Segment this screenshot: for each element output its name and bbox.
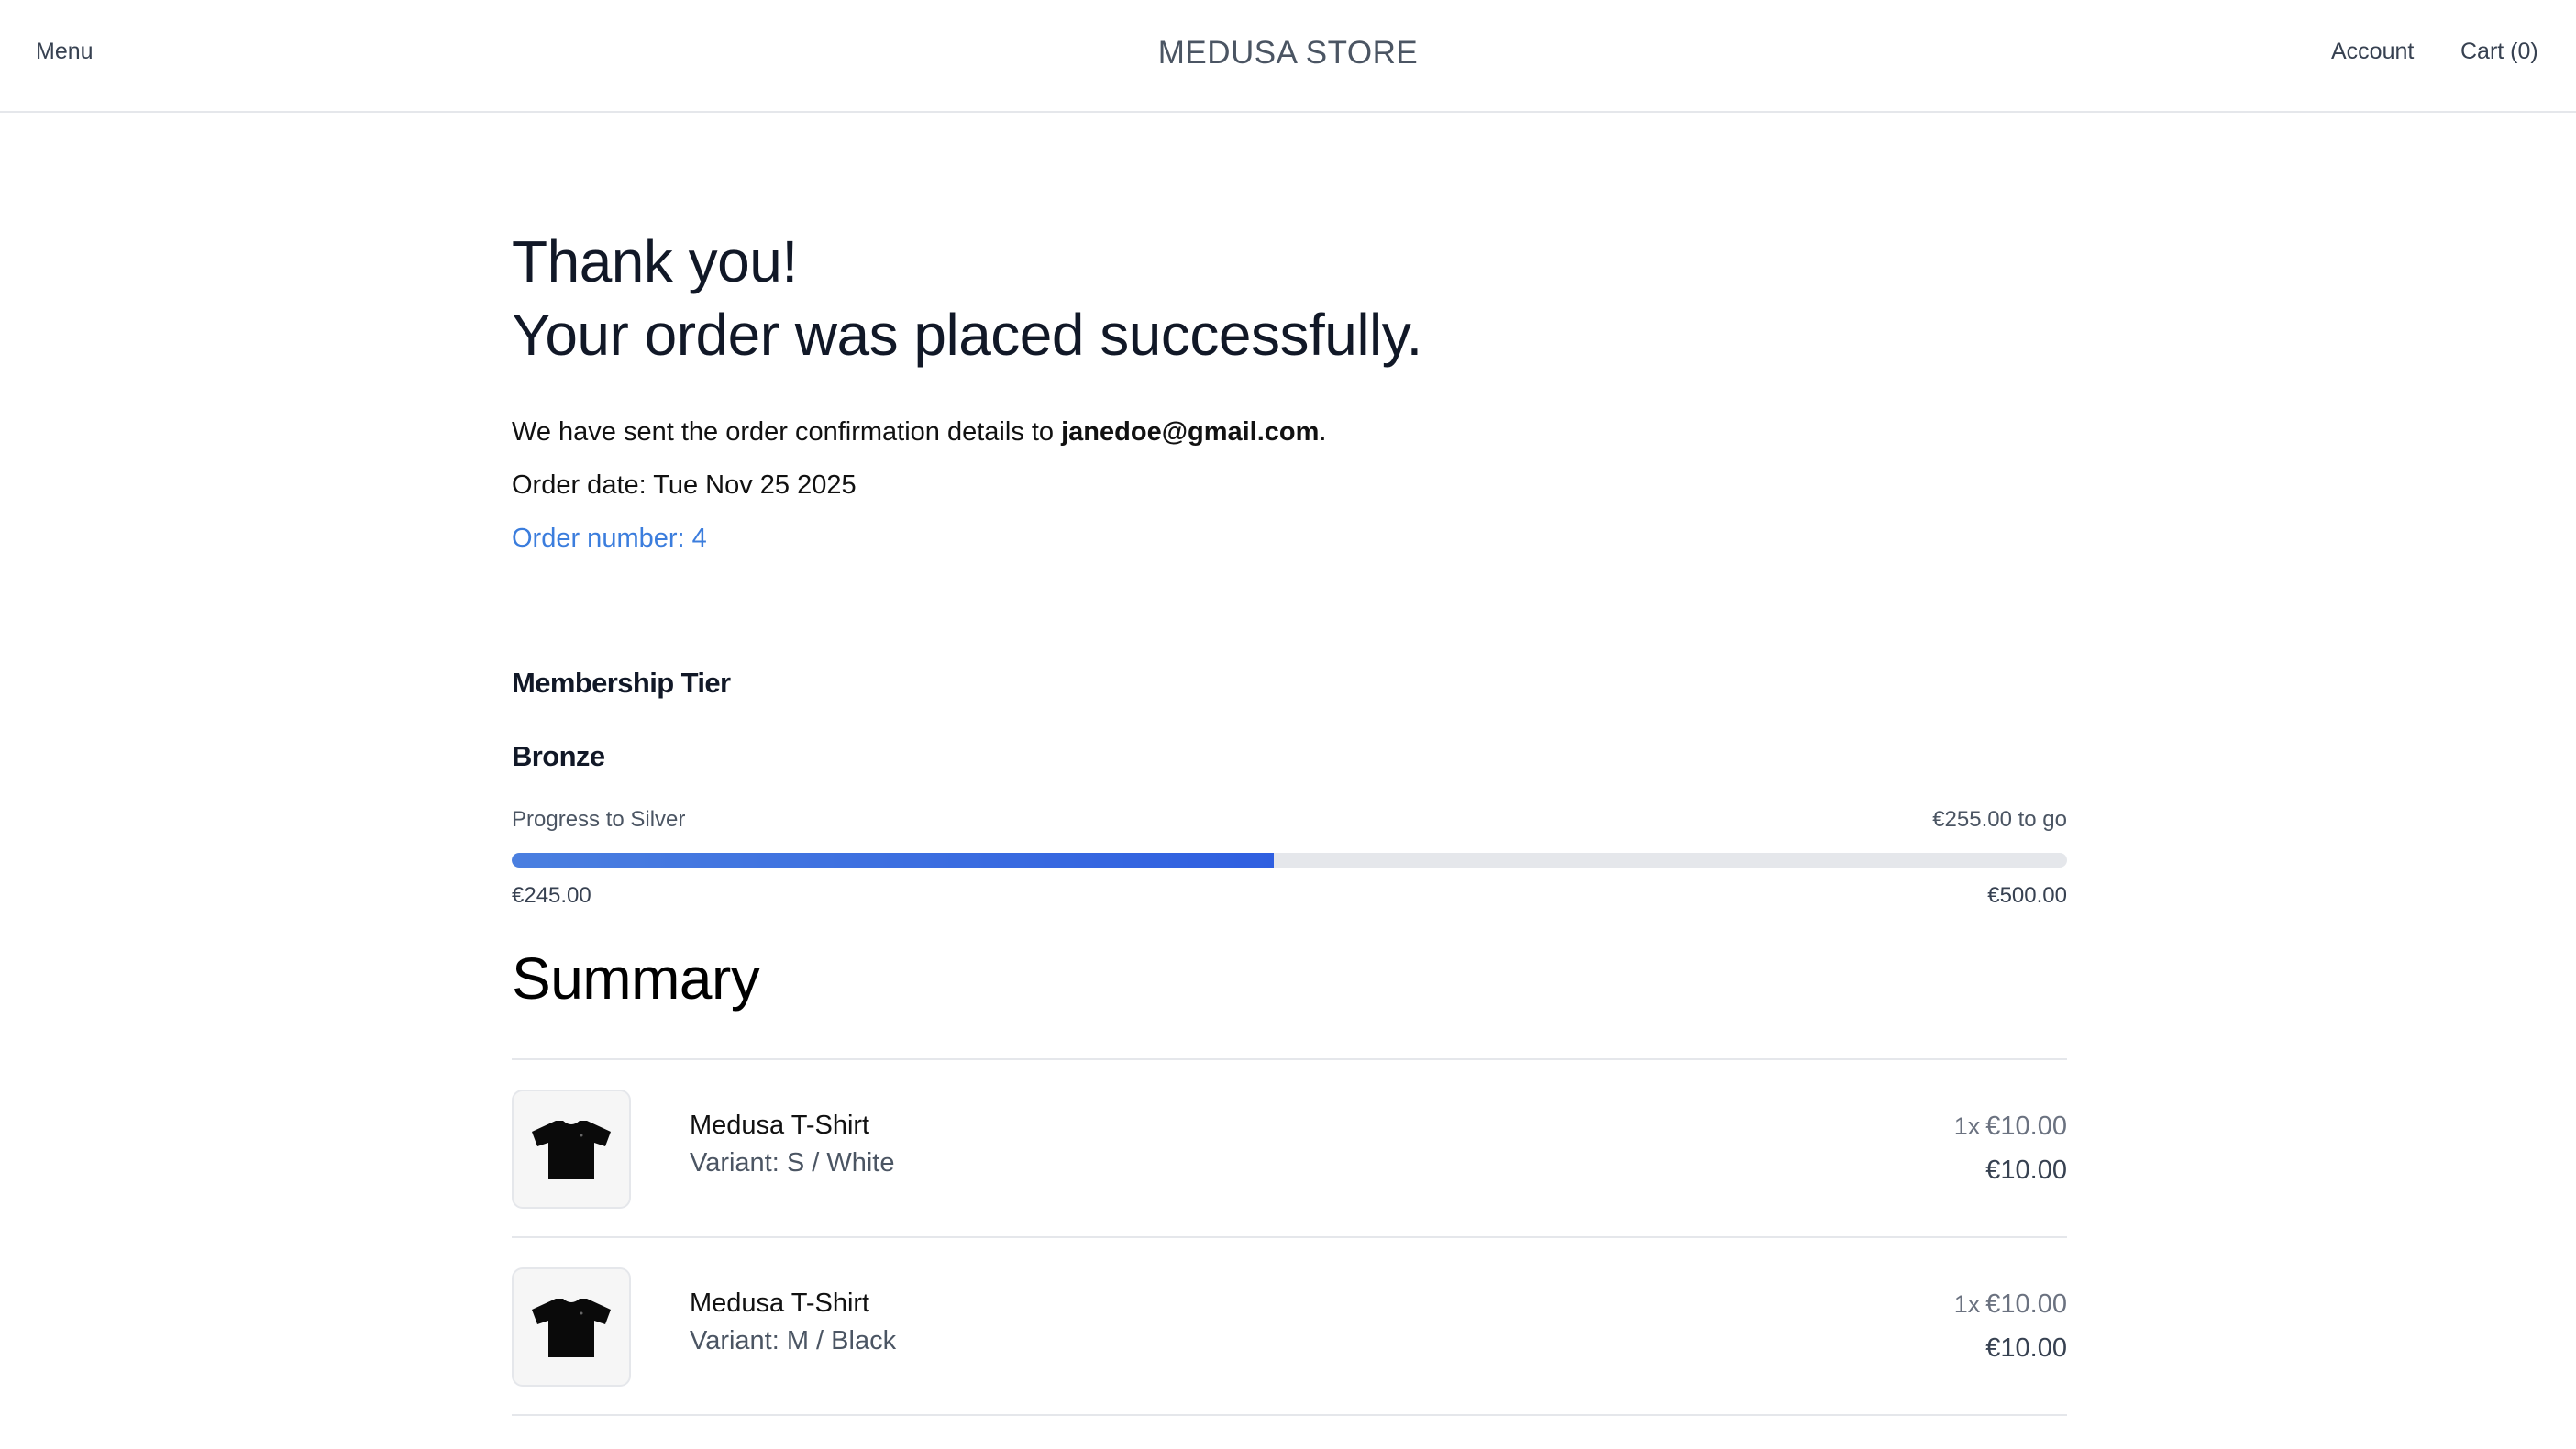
- tshirt-icon: [532, 1299, 611, 1357]
- store-logo[interactable]: MEDUSA STORE: [0, 35, 2576, 72]
- progress-label: Progress to Silver: [512, 807, 686, 832]
- item-variant: Variant: M / Black: [690, 1326, 897, 1355]
- item-quantity: 1x: [1953, 1290, 1981, 1318]
- confirmation-sent-text: We have sent the order confirmation deta…: [512, 417, 1326, 448]
- progress-current-amount: €245.00: [512, 883, 591, 908]
- order-number: Order number: 4: [512, 524, 707, 553]
- item-unit-price: 1x €10.00: [1954, 1289, 2067, 1320]
- item-quantity: 1x: [1953, 1112, 1981, 1140]
- order-confirmation: Thank you! Your order was placed success…: [512, 225, 2067, 1416]
- item-unit-price-value: €10.00: [1985, 1289, 2067, 1319]
- item-unit-price: 1x €10.00: [1954, 1112, 2067, 1142]
- progress-remaining: €255.00 to go: [1932, 807, 2067, 832]
- confirmation-sent-prefix: We have sent the order confirmation deta…: [512, 417, 1062, 447]
- page-title: Thank you! Your order was placed success…: [512, 225, 2067, 371]
- order-placed-heading: Your order was placed successfully.: [512, 302, 1422, 368]
- item-unit-price-value: €10.00: [1985, 1112, 2067, 1141]
- item-variant: Variant: S / White: [690, 1148, 895, 1178]
- item-total: €10.00: [1985, 1156, 2067, 1185]
- membership-tier-title: Membership Tier: [512, 667, 731, 699]
- item-title: Medusa T-Shirt: [690, 1111, 870, 1140]
- product-thumbnail: [512, 1267, 631, 1387]
- confirmation-sent-suffix: .: [1319, 417, 1327, 447]
- customer-email: janedoe@gmail.com: [1061, 417, 1320, 447]
- thank-you-heading: Thank you!: [512, 228, 798, 294]
- item-total: €10.00: [1985, 1333, 2067, 1363]
- top-navigation: Menu MEDUSA STORE Account Cart (0): [0, 0, 2576, 113]
- item-title: Medusa T-Shirt: [690, 1289, 870, 1318]
- membership-tier-name: Bronze: [512, 740, 605, 772]
- order-item: Medusa T-Shirt Variant: S / White 1x €10.…: [512, 1060, 2067, 1238]
- product-thumbnail: [512, 1090, 631, 1209]
- tshirt-icon: [532, 1121, 611, 1179]
- summary-title: Summary: [512, 946, 760, 1012]
- membership-progress-bar: [512, 853, 2067, 868]
- order-item: Medusa T-Shirt Variant: M / Black 1x €10.…: [512, 1238, 2067, 1416]
- cart-link[interactable]: Cart (0): [2460, 39, 2538, 65]
- divider: [512, 1414, 2067, 1416]
- membership-progress-fill: [512, 853, 1275, 868]
- progress-target-amount: €500.00: [1987, 883, 2067, 908]
- order-date: Order date: Tue Nov 25 2025: [512, 470, 857, 500]
- account-link[interactable]: Account: [2331, 39, 2414, 65]
